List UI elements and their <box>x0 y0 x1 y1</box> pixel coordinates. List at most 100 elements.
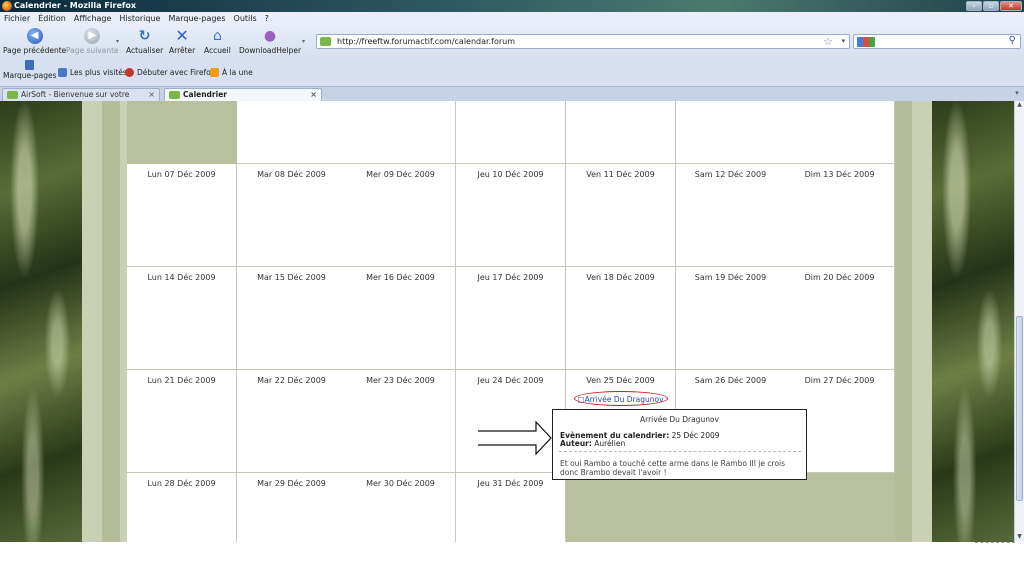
stop-button[interactable]: ✕ Arrêter <box>169 28 196 56</box>
address-bar[interactable]: http://freeftw.forumactif.com/calendar.f… <box>316 34 850 49</box>
highlight-ellipse <box>574 391 668 406</box>
calendar-cell[interactable]: Mer 30 Déc 2009 <box>346 473 456 542</box>
calendar-cell[interactable]: Lun 21 Déc 2009 <box>127 370 237 473</box>
calendar-cell[interactable]: Mer 23 Déc 2009 <box>346 370 456 473</box>
tab-list-icon[interactable]: ▾ <box>1012 89 1022 99</box>
menu-affichage[interactable]: Affichage <box>74 13 112 25</box>
calendar-date: Lun 14 Déc 2009 <box>147 273 216 282</box>
bookmark-getting-started[interactable]: Débuter avec Firefox <box>125 68 215 77</box>
calendar-cell[interactable]: Ven 18 Déc 2009 <box>566 267 676 370</box>
home-button[interactable]: ⌂ Accueil <box>204 28 231 55</box>
search-icon[interactable]: ⚲ <box>1009 35 1016 46</box>
scrollbar-thumb[interactable] <box>1016 316 1023 501</box>
back-button[interactable]: ◀ Page précédente <box>3 28 66 55</box>
calendar-cell[interactable]: Dim 20 Déc 2009 <box>785 267 895 370</box>
calendar-date: Mer 09 Déc 2009 <box>366 170 435 179</box>
url-dropdown-icon[interactable]: ▾ <box>841 37 845 45</box>
calendar-date: Mar 15 Déc 2009 <box>257 273 326 282</box>
calendar-cell[interactable]: Sam 19 Déc 2009 <box>676 267 786 370</box>
menu-edition[interactable]: Édition <box>38 13 66 25</box>
google-engine-icon[interactable] <box>857 37 875 47</box>
calendar-cell-empty <box>127 101 237 164</box>
calendar-date: Sam 26 Déc 2009 <box>694 376 767 385</box>
forward-label: Page suivante <box>66 46 119 55</box>
reload-label: Actualiser <box>126 46 164 55</box>
calendar-cell[interactable]: Lun 14 Déc 2009 <box>127 267 237 370</box>
tab-bar: AirSoft - Bienvenue sur votre panne... ×… <box>0 86 1024 111</box>
background-texture-right <box>932 101 1014 542</box>
calendar-date: Dim 27 Déc 2009 <box>804 376 875 385</box>
downloadhelper-dropdown[interactable]: ▾ <box>302 38 305 45</box>
search-box[interactable]: ⚲ <box>853 34 1021 49</box>
bookmark-headlines[interactable]: À la une <box>210 68 253 77</box>
calendar-cell[interactable]: Mar 08 Déc 2009 <box>237 164 347 267</box>
calendar-cell[interactable]: Jeu 10 Déc 2009 <box>456 164 566 267</box>
menu-help[interactable]: ? <box>265 13 269 25</box>
tooltip-author-value: Aurélien <box>594 439 626 448</box>
menu-historique[interactable]: Historique <box>119 13 160 25</box>
calendar-cell[interactable]: Jeu 31 Déc 2009 <box>456 473 566 542</box>
reload-button[interactable]: ↻ Actualiser <box>126 28 163 55</box>
calendar-cell[interactable]: Mer 16 Déc 2009 <box>346 267 456 370</box>
menu-outils[interactable]: Outils <box>234 13 257 25</box>
calendar-cell <box>456 101 566 164</box>
tooltip-author-label: Auteur: <box>560 439 592 448</box>
tab-airsoft[interactable]: AirSoft - Bienvenue sur votre panne... × <box>2 88 160 111</box>
calendar-date: Jeu 31 Déc 2009 <box>477 479 544 488</box>
reload-icon: ↻ <box>138 28 151 44</box>
maximize-button[interactable]: ▫ <box>983 1 999 11</box>
history-dropdown[interactable]: ▾ <box>116 38 119 45</box>
tooltip-date-value: 25 Déc 2009 <box>671 431 720 440</box>
background-texture-left <box>0 101 82 542</box>
tooltip-divider <box>559 451 801 452</box>
bookmark-most-visited[interactable]: Les plus visités <box>58 68 127 77</box>
scroll-up-icon[interactable]: ▲ <box>1015 101 1024 110</box>
calendar-cell[interactable]: Lun 07 Déc 2009 <box>127 164 237 267</box>
calendar-date: Dim 20 Déc 2009 <box>804 273 875 282</box>
bookmark-label: Débuter avec Firefox <box>137 68 215 77</box>
forward-arrow-icon: ▶ <box>84 28 101 44</box>
calendar-cell[interactable]: Jeu 17 Déc 2009 <box>456 267 566 370</box>
calendar-cell[interactable]: Mar 15 Déc 2009 <box>237 267 347 370</box>
calendar-date: Mar 29 Déc 2009 <box>257 479 326 488</box>
calendar-date: Lun 28 Déc 2009 <box>147 479 216 488</box>
downloadhelper-button[interactable]: ● DownloadHelper <box>239 28 301 55</box>
calendar-cell[interactable]: Dim 13 Déc 2009 <box>785 164 895 267</box>
menu-fichier[interactable]: Fichier <box>4 13 30 25</box>
bookmarks-toolbar: Marque-pages Les plus visités Débuter av… <box>0 58 1024 86</box>
stop-label: Arrêter <box>169 46 196 55</box>
calendar-cell[interactable]: Mar 29 Déc 2009 <box>237 473 347 542</box>
calendar-date: Jeu 17 Déc 2009 <box>477 273 544 282</box>
calendar-cell[interactable]: Mer 09 Déc 2009 <box>346 164 456 267</box>
calendar-cell[interactable]: Mar 22 Déc 2009 <box>237 370 347 473</box>
calendar-cell[interactable]: Lun 28 Déc 2009 <box>127 473 237 542</box>
calendar-cell[interactable]: Ven 11 Déc 2009 <box>566 164 676 267</box>
back-arrow-icon: ◀ <box>26 28 43 44</box>
divider <box>975 542 1015 543</box>
calendar-date: Mar 08 Déc 2009 <box>257 170 326 179</box>
calendar-date: Mer 16 Déc 2009 <box>366 273 435 282</box>
minimize-button[interactable]: – <box>966 1 982 11</box>
calendar-date: Ven 25 Déc 2009 <box>586 376 655 385</box>
tab-calendrier[interactable]: Calendrier × <box>164 88 322 101</box>
calendar-cell <box>237 101 347 164</box>
home-icon: ⌂ <box>212 28 222 44</box>
close-window-button[interactable]: ✕ <box>1000 1 1022 11</box>
forward-button[interactable]: ▶ Page suivante <box>66 28 119 55</box>
calendar-date: Jeu 10 Déc 2009 <box>477 170 544 179</box>
calendar-date: Jeu 24 Déc 2009 <box>477 376 544 385</box>
menu-marque-pages[interactable]: Marque-pages <box>168 13 225 25</box>
vertical-scrollbar[interactable]: ▲ ▼ <box>1014 101 1024 542</box>
bookmarks-icon <box>25 60 35 70</box>
bookmarks-menu-label: Marque-pages <box>3 71 57 80</box>
scroll-down-icon[interactable]: ▼ <box>1015 533 1024 542</box>
tab-close-icon[interactable]: × <box>310 89 317 101</box>
bookmark-star-icon[interactable]: ☆ <box>823 35 833 48</box>
bookmarks-menu-button[interactable]: Marque-pages <box>3 60 57 80</box>
tooltip-author-line: Auteur: Aurélien <box>560 439 625 448</box>
tab-close-icon[interactable]: × <box>148 89 155 101</box>
menu-bar: Fichier Édition Affichage Historique Mar… <box>0 12 1024 26</box>
url-text: http://freeftw.forumactif.com/calendar.f… <box>337 37 515 46</box>
calendar-cell[interactable]: Sam 12 Déc 2009 <box>676 164 786 267</box>
downloadhelper-icon: ● <box>263 28 277 44</box>
